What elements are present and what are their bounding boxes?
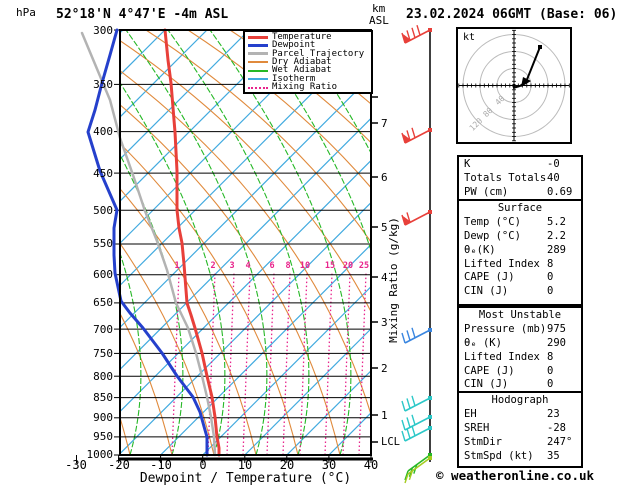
wind-barb bbox=[401, 395, 432, 412]
pressure-axis-unit: hPa bbox=[16, 6, 36, 19]
stat-label: CAPE (J) bbox=[464, 364, 515, 377]
stat-value: 35 bbox=[547, 449, 560, 462]
legend-label: Mixing Ratio bbox=[272, 82, 338, 93]
stat-label: CIN (J) bbox=[464, 285, 509, 298]
stat-value: 0 bbox=[547, 285, 554, 298]
hodograph-plot bbox=[456, 27, 572, 144]
stat-value: 290 bbox=[547, 336, 566, 349]
temperature-curve bbox=[163, 28, 221, 457]
dewpoint-curve bbox=[86, 28, 209, 457]
altitude-axis-unit-asl: ASL bbox=[369, 14, 389, 27]
stat-value: 0.69 bbox=[547, 185, 573, 198]
stat-value: 8 bbox=[547, 350, 554, 363]
table-row: θₑ(K) 289 bbox=[459, 244, 581, 258]
stat-value: 5.2 bbox=[547, 215, 566, 228]
most-unstable-table: Most Unstable Pressure (mb) 975 θₑ (K) 290… bbox=[457, 306, 583, 397]
stat-value: 23 bbox=[547, 407, 560, 420]
table-row: θₑ (K) 290 bbox=[459, 337, 581, 351]
wind-barb bbox=[401, 414, 432, 431]
stat-label: EH bbox=[464, 407, 477, 420]
hodograph-end-dot bbox=[538, 45, 542, 49]
location-title: 52°18'N 4°47'E -4m ASL bbox=[56, 7, 229, 22]
table-row: Temp (°C) 5.2 bbox=[459, 216, 581, 230]
table-row: Totals Totals 40 bbox=[459, 172, 581, 186]
isotherm-line bbox=[120, 30, 208, 118]
table-row: K -0 bbox=[459, 158, 581, 172]
dry-adiabat-line bbox=[120, 188, 257, 455]
stat-label: CIN (J) bbox=[464, 378, 509, 391]
table-row: PW (cm) 0.69 bbox=[459, 186, 581, 200]
dewpoint-line-swatch bbox=[248, 44, 268, 48]
table-row: EH 23 bbox=[459, 408, 581, 422]
stat-value: 0 bbox=[547, 364, 554, 377]
stat-label: Temp (°C) bbox=[464, 215, 521, 228]
legend-item: Mixing Ratio bbox=[245, 82, 371, 93]
stat-value: 2.2 bbox=[547, 229, 566, 242]
wet-adiabat-line-swatch bbox=[248, 69, 268, 72]
legend: Temperature Dewpoint Parcel Trajectory D… bbox=[243, 30, 373, 94]
parcel-line-swatch bbox=[248, 52, 268, 56]
stat-value: 975 bbox=[547, 322, 566, 335]
table-row: CIN (J) 0 bbox=[459, 285, 581, 299]
stat-label: Lifted Index bbox=[464, 350, 540, 363]
stat-label: CAPE (J) bbox=[464, 271, 515, 284]
wind-barb bbox=[401, 210, 432, 226]
datetime-title: 23.02.2024 06GMT (Base: 06) bbox=[406, 7, 618, 22]
table-row: StmSpd (kt) 35 bbox=[459, 450, 581, 464]
stat-label: SREH bbox=[464, 421, 490, 434]
temperature-line-swatch bbox=[248, 35, 268, 39]
wind-barb bbox=[401, 327, 432, 344]
table-row: Lifted Index 8 bbox=[459, 258, 581, 272]
dry-adiabat-line bbox=[120, 312, 173, 455]
stat-value: -0 bbox=[547, 158, 560, 170]
hodograph-stats-table: Hodograph EH 23 SREH -28 StmDir 247° StmSpd… bbox=[457, 391, 583, 468]
mixing-ratio-axis-label: Mixing Ratio (g/kg) bbox=[387, 217, 400, 343]
lcl-marker-label: LCL bbox=[381, 436, 400, 448]
table-row: Lifted Index 8 bbox=[459, 351, 581, 365]
stat-label: K bbox=[464, 158, 471, 170]
stat-label: Totals Totals bbox=[464, 171, 547, 184]
stat-label: θₑ (K) bbox=[464, 336, 502, 349]
surface-table-title: Surface bbox=[497, 202, 543, 214]
stat-value: 289 bbox=[547, 243, 566, 256]
table-row: Dewp (°C) 2.2 bbox=[459, 230, 581, 244]
wind-barb bbox=[401, 127, 432, 144]
skewt-sounding-app: hPa 52°18'N 4°47'E -4m ASL km ASL 23.02.… bbox=[0, 0, 629, 486]
stat-label: Lifted Index bbox=[464, 257, 540, 270]
stat-label: PW (cm) bbox=[464, 185, 509, 198]
table-row: SREH -28 bbox=[459, 422, 581, 436]
table-row: CAPE (J) 0 bbox=[459, 365, 581, 379]
stat-value: 0 bbox=[547, 271, 554, 284]
stat-value: 247° bbox=[547, 435, 573, 448]
hodograph-unit-label: kt bbox=[463, 32, 476, 43]
mixing-ratio-line bbox=[324, 272, 333, 455]
mixing-ratio-line-swatch bbox=[248, 86, 268, 89]
most-unstable-table-title: Most Unstable bbox=[478, 309, 562, 321]
stat-label: StmSpd (kt) bbox=[464, 449, 534, 462]
isotherm-line bbox=[120, 30, 124, 34]
footer-credit: © weatheronline.co.uk bbox=[436, 468, 595, 483]
dry-adiabat-line-swatch bbox=[248, 61, 268, 64]
stat-label: θₑ(K) bbox=[464, 243, 496, 256]
table-row: Pressure (mb) 975 bbox=[459, 323, 581, 337]
wind-barb bbox=[401, 24, 432, 44]
stat-value: -28 bbox=[547, 421, 566, 434]
dry-adiabat-line bbox=[120, 415, 131, 455]
wind-barb bbox=[401, 425, 432, 442]
stat-label: Dewp (°C) bbox=[464, 229, 521, 242]
stat-value: 8 bbox=[547, 257, 554, 270]
surface-table: Surface Temp (°C) 5.2 Dewp (°C) 2.2 θₑ(K) 2… bbox=[457, 199, 583, 306]
stat-value: 40 bbox=[547, 171, 560, 184]
stat-label: Pressure (mb) bbox=[464, 322, 547, 335]
isotherm-line-swatch bbox=[248, 78, 268, 81]
x-axis-label: Dewpoint / Temperature (°C) bbox=[139, 471, 352, 486]
hodograph-table-title: Hodograph bbox=[491, 394, 549, 406]
stat-label: StmDir bbox=[464, 435, 502, 448]
mixing-ratio-line bbox=[282, 272, 291, 455]
table-row: StmDir 247° bbox=[459, 436, 581, 450]
indices-table: K -0 Totals Totals 40 PW (cm) 0.69 bbox=[457, 155, 583, 205]
table-row: CAPE (J) 0 bbox=[459, 271, 581, 285]
